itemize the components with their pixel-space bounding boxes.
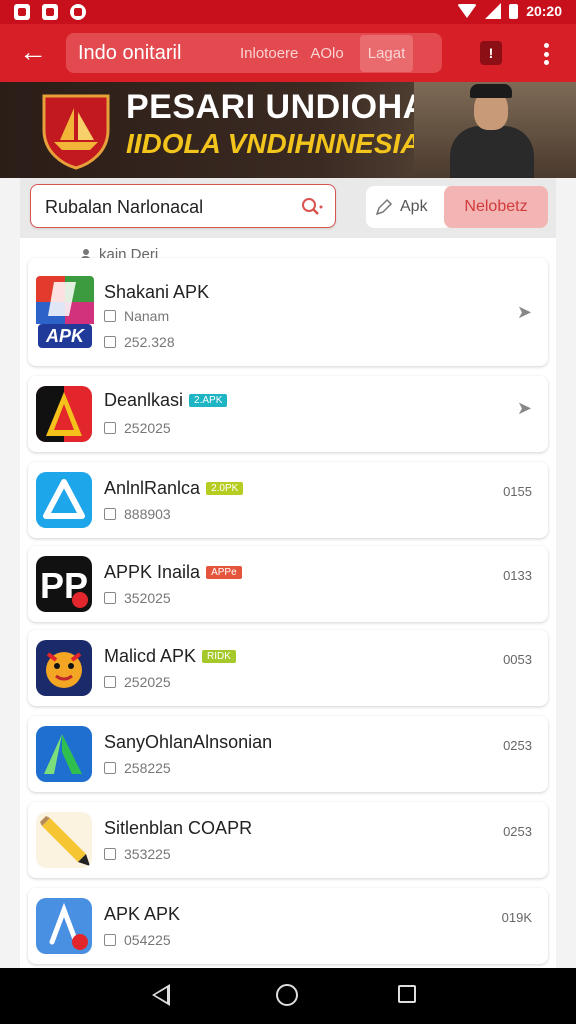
app-count: 0133 <box>503 568 532 583</box>
system-nav-bar <box>0 968 576 1024</box>
app-size: 252025 <box>124 674 171 690</box>
app-count: 0155 <box>503 484 532 499</box>
triangle-a-icon <box>36 386 92 442</box>
pencil-tool-icon <box>375 198 393 216</box>
banner-photo <box>414 82 576 178</box>
download-icon <box>104 762 116 774</box>
app-name: Shakani APK <box>104 282 210 302</box>
mail-notification-icon <box>14 4 30 20</box>
nav-recents-icon[interactable] <box>398 985 416 1003</box>
a-link-icon <box>36 898 92 954</box>
app-subtitle: Nanam <box>124 308 170 324</box>
pp-icon: PP <box>36 556 92 612</box>
download-icon <box>104 422 116 434</box>
download-icon <box>104 336 116 348</box>
list-item[interactable]: APK Shakani APK Nanam 252.328 ➤ <box>28 258 548 366</box>
app-size: 252025 <box>124 420 171 436</box>
tab-2[interactable]: Lagat <box>359 34 414 72</box>
app-name: Deanlkasi <box>104 390 184 410</box>
search-icon[interactable] <box>301 197 323 217</box>
apk-filter-label: Apk <box>400 198 428 215</box>
address-bar[interactable]: Indo onitaril Inlotoere AOlo Lagat <box>66 33 442 73</box>
nav-back-icon[interactable] <box>152 984 170 1006</box>
app-count: 0253 <box>503 824 532 839</box>
app-size: 353225 <box>124 846 171 862</box>
download-icon <box>104 676 116 688</box>
app-name: Sitlenblan COAPR <box>104 818 253 838</box>
network-button[interactable]: Nelobetz <box>444 186 548 228</box>
list-item[interactable]: APK APK 054225 019K <box>28 888 548 964</box>
promo-banner[interactable]: PESARI UNDIOHAN IIDOLA VNDIHNNESIA <box>0 82 576 178</box>
banner-subtitle: IIDOLA VNDIHNNESIA <box>126 128 421 159</box>
apk-filter-button[interactable]: Apk <box>366 186 452 228</box>
tab-0[interactable]: Inlotoere <box>240 45 298 62</box>
search-input[interactable]: Rubalan Narlonacal <box>30 184 336 228</box>
green-a-icon <box>36 726 92 782</box>
svg-text:APK: APK <box>45 326 86 346</box>
app-notification-icon <box>42 4 58 20</box>
chevron-right-icon[interactable]: ➤ <box>517 398 532 419</box>
list-item[interactable]: AnlnlRanlca 2.0PK 888903 0155 <box>28 462 548 538</box>
apk-multicolor-icon: APK <box>36 276 94 350</box>
more-menu-icon[interactable] <box>536 40 556 68</box>
app-size: 054225 <box>124 932 171 948</box>
status-bar: 20:20 <box>0 0 576 24</box>
app-count: 0253 <box>503 738 532 753</box>
tiger-mascot-icon <box>36 640 92 696</box>
status-time: 20:20 <box>526 3 562 19</box>
app-name: Malicd APK <box>104 646 197 666</box>
download-icon <box>104 592 116 604</box>
signal-icon <box>485 3 502 19</box>
app-size: 888903 <box>124 506 171 522</box>
app-size: 252.328 <box>124 334 175 350</box>
shield-logo-icon <box>42 94 110 170</box>
app-count: 019K <box>501 910 532 925</box>
version-badge: APPe <box>206 566 242 579</box>
chevron-right-icon[interactable]: ➤ <box>517 302 532 323</box>
list-item[interactable]: PP APPK Inaila APPe 352025 0133 <box>28 546 548 622</box>
battery-icon <box>509 3 519 19</box>
app-count: 0053 <box>503 652 532 667</box>
banner-title: PESARI UNDIOHAN <box>126 88 453 126</box>
wifi-icon <box>457 4 478 18</box>
lock-icon[interactable]: ! <box>480 41 502 65</box>
app-size: 352025 <box>124 590 171 606</box>
version-badge: 2.APK <box>189 394 228 407</box>
download-icon <box>104 848 116 860</box>
app-size: 258225 <box>124 760 171 776</box>
location-notification-icon <box>70 4 86 20</box>
app-name: APK APK <box>104 904 181 924</box>
app-name: AnlnlRanlca <box>104 478 201 498</box>
back-arrow-icon[interactable]: ← <box>16 36 50 70</box>
app-bar: ← Indo onitaril Inlotoere AOlo Lagat ! <box>0 24 576 82</box>
tab-1[interactable]: AOlo <box>310 45 343 62</box>
download-icon <box>104 508 116 520</box>
app-name: SanyOhlanAlnsonian <box>104 732 273 752</box>
version-badge: 2.0PK <box>206 482 244 495</box>
list-item[interactable]: Sitlenblan COAPR 353225 0253 <box>28 802 548 878</box>
blue-a-icon <box>36 472 92 528</box>
pencil-icon <box>36 812 92 868</box>
search-text: Rubalan Narlonacal <box>45 197 204 217</box>
list-item[interactable]: Malicd APK RIDK 252025 0053 <box>28 630 548 706</box>
version-badge: RIDK <box>202 650 236 663</box>
app-name: APPK Inaila <box>104 562 201 582</box>
list-item[interactable]: SanyOhlanAlnsonian 258225 0253 <box>28 716 548 792</box>
nav-home-icon[interactable] <box>276 984 298 1006</box>
file-icon <box>104 310 116 322</box>
list-item[interactable]: Deanlkasi 2.APK 252025 ➤ <box>28 376 548 452</box>
download-icon <box>104 934 116 946</box>
app-title: Indo onitaril <box>78 41 182 64</box>
